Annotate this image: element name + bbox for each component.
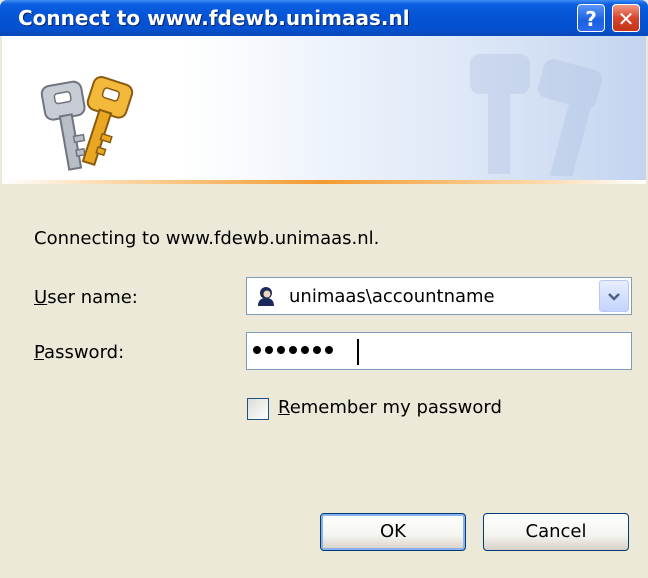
- ok-button[interactable]: OK: [320, 513, 466, 551]
- password-mask-dot: [313, 346, 321, 354]
- title-bar[interactable]: Connect to www.fdewb.unimaas.nl ? ✕: [0, 0, 648, 36]
- password-mask-dot: [277, 346, 285, 354]
- password-mask-dot: [289, 346, 297, 354]
- connect-dialog: Connect to www.fdewb.unimaas.nl ? ✕ Conn…: [0, 0, 648, 578]
- password-mask-dot: [265, 346, 273, 354]
- user-name-combobox[interactable]: unimaas\accountname: [246, 277, 632, 315]
- keys-watermark-icon: [470, 54, 602, 176]
- user-name-dropdown-button[interactable]: [599, 280, 629, 312]
- password-mask-dot: [325, 346, 333, 354]
- chevron-down-icon: [608, 293, 620, 301]
- banner-accent-line: [2, 180, 646, 184]
- password-mask-dot: [253, 346, 261, 354]
- text-caret: [357, 339, 359, 365]
- close-button[interactable]: ✕: [612, 4, 640, 32]
- connecting-message: Connecting to www.fdewb.unimaas.nl.: [34, 228, 380, 249]
- password-mask: [253, 346, 333, 354]
- window-title: Connect to www.fdewb.unimaas.nl: [18, 6, 410, 30]
- password-label: Password:: [34, 342, 125, 363]
- help-button[interactable]: ?: [577, 4, 605, 32]
- user-name-value[interactable]: unimaas\accountname: [289, 286, 495, 307]
- remember-password-label[interactable]: Remember my password: [278, 397, 502, 418]
- user-icon: [258, 287, 274, 306]
- user-name-label: User name:: [34, 287, 138, 308]
- keys-icon: [40, 76, 134, 171]
- password-mask-dot: [301, 346, 309, 354]
- cancel-button[interactable]: Cancel: [483, 513, 629, 551]
- password-field[interactable]: [246, 332, 632, 370]
- remember-password-checkbox[interactable]: [247, 398, 269, 420]
